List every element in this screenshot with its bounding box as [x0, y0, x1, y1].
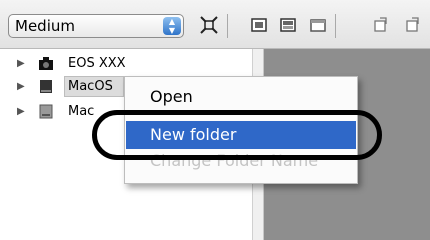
display-mode-2-icon[interactable] — [279, 16, 297, 34]
thumbnail-size-select[interactable]: Medium ▲ ▼ — [8, 14, 184, 38]
fit-window-icon[interactable] — [200, 16, 218, 34]
rotate-right-icon[interactable] — [404, 16, 422, 34]
window-icon[interactable] — [309, 16, 327, 34]
disk-drive-icon — [39, 104, 53, 119]
menu-item-open[interactable]: Open — [126, 83, 356, 111]
toolbar-separator — [335, 14, 336, 38]
disk-drive-icon — [40, 80, 52, 93]
select-arrows-icon: ▲ ▼ — [163, 17, 181, 35]
tree-item-label: Mac — [68, 104, 95, 119]
rotate-left-icon[interactable] — [372, 16, 390, 34]
toolbar: Medium ▲ ▼ — [0, 0, 430, 49]
context-menu: Open New folder Change Folder Name — [124, 76, 358, 184]
tree-item-label: MacOS — [68, 79, 113, 94]
disclosure-triangle-icon[interactable]: ▶ — [17, 58, 25, 69]
camera-icon — [39, 57, 53, 70]
disclosure-triangle-icon[interactable]: ▶ — [17, 81, 25, 92]
tree-item-label: EOS XXX — [68, 56, 126, 71]
tree-item[interactable]: ▶ EOS XXX — [0, 53, 252, 75]
menu-item-change-folder-name: Change Folder Name — [150, 151, 319, 170]
disclosure-triangle-icon[interactable]: ▶ — [17, 106, 25, 117]
toolbar-separator — [227, 14, 228, 38]
display-mode-1-icon[interactable] — [250, 16, 268, 34]
thumbnail-size-value: Medium — [15, 17, 75, 35]
menu-item-new-folder[interactable]: New folder — [126, 121, 356, 149]
